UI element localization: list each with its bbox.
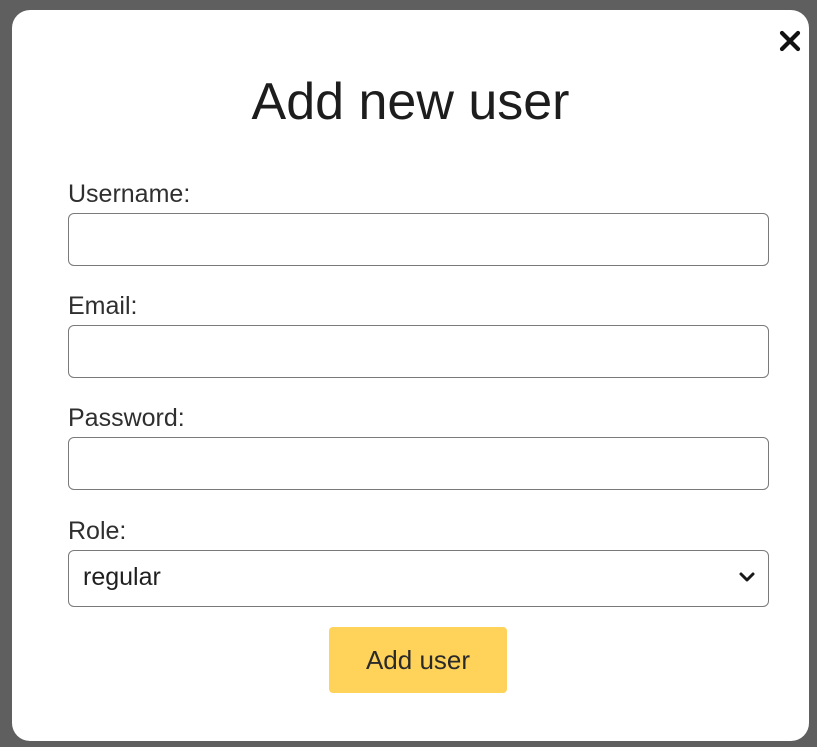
- add-user-button[interactable]: Add user: [329, 627, 507, 693]
- username-input[interactable]: [68, 213, 769, 266]
- dialog-title: Add new user: [251, 73, 570, 131]
- password-input[interactable]: [68, 437, 769, 490]
- close-button[interactable]: [775, 26, 805, 56]
- role-selected-value: regular: [83, 563, 161, 591]
- email-input[interactable]: [68, 325, 769, 378]
- chevron-down-icon: [738, 570, 756, 589]
- username-label: Username:: [68, 180, 191, 208]
- add-user-dialog: Add new user Username: Email: Password: …: [12, 10, 809, 741]
- close-icon: [779, 30, 801, 52]
- email-label: Email:: [68, 292, 138, 320]
- password-label: Password:: [68, 404, 185, 432]
- role-label: Role:: [68, 517, 127, 545]
- role-select[interactable]: regular: [68, 550, 769, 607]
